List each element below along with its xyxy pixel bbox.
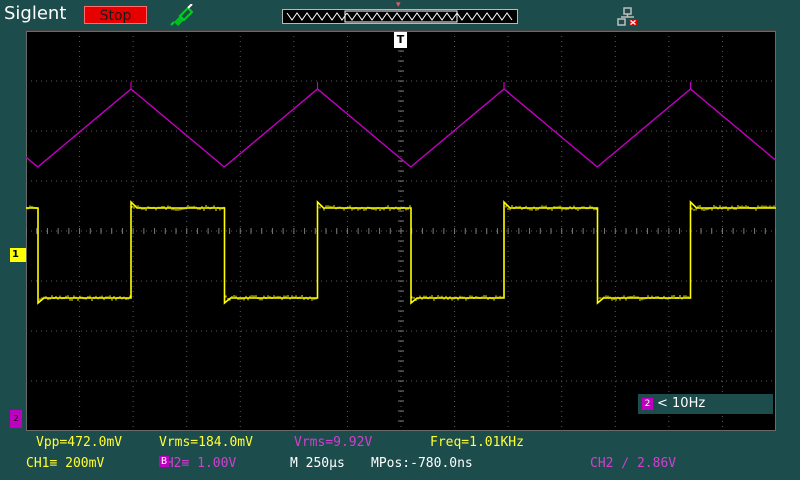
- status-bar: Vpp=472.0mV Vrms=184.0mV Vrms=9.92V Freq…: [0, 432, 800, 480]
- trigger-position-marker[interactable]: T: [394, 32, 407, 48]
- trigger-point-arrow-icon: ▾: [396, 0, 401, 10]
- ch1-scale[interactable]: CH1≡ 200mV: [26, 456, 104, 471]
- run-stop-status[interactable]: Stop: [84, 6, 147, 24]
- ch2-offset-marker[interactable]: 2: [10, 410, 22, 428]
- trigger-source-badge: 2: [642, 398, 653, 410]
- ch1-trace: [26, 200, 776, 305]
- measurement-vrms-ch1: Vrms=184.0mV: [159, 435, 253, 450]
- brand-label: Siglent: [4, 3, 67, 24]
- probe-icon: [170, 3, 194, 30]
- network-disconnected-icon: [617, 7, 639, 31]
- trigger-frequency-text: < 10Hz: [657, 396, 706, 411]
- measurement-vpp: Vpp=472.0mV: [36, 435, 123, 450]
- ch1-offset-marker[interactable]: 1: [10, 248, 26, 262]
- memory-position[interactable]: MPos:-780.0ns: [371, 456, 473, 471]
- ch2-scale-text: CH2≡ 1.00V: [158, 456, 237, 471]
- bandwidth-limit-badge: B: [159, 456, 170, 467]
- memory-timeline-bar: [282, 9, 518, 24]
- measurement-freq: Freq=1.01KHz: [430, 435, 524, 450]
- measurement-vrms-ch2: Vrms=9.92V: [294, 435, 373, 450]
- waveform-display[interactable]: [26, 30, 776, 431]
- trigger-setting[interactable]: CH2 ∕ 2.86V: [590, 456, 676, 471]
- trigger-frequency-readout: 2 < 10Hz: [638, 394, 773, 414]
- top-bar: Siglent Stop ▾: [0, 0, 800, 30]
- timebase[interactable]: M 250µs: [290, 456, 345, 471]
